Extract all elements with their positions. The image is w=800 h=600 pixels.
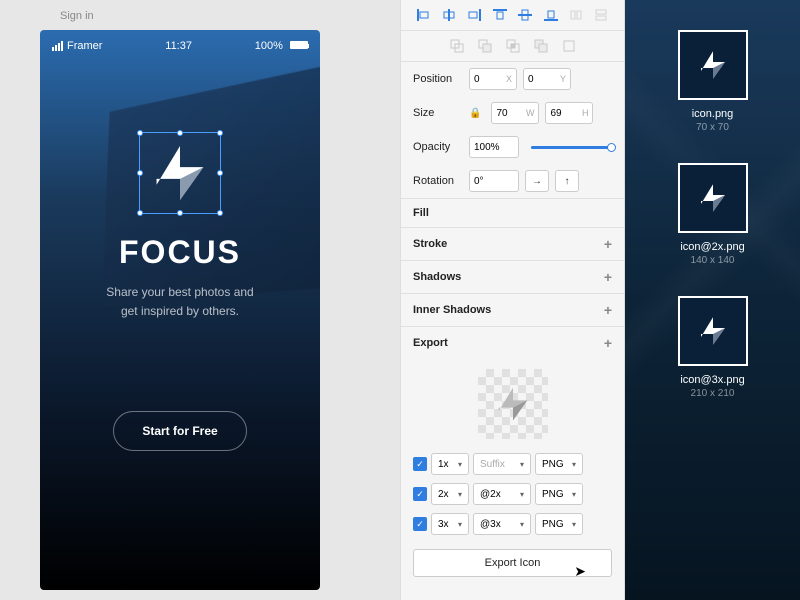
export-filename-2x: icon@2x.png [678, 241, 748, 253]
align-hcenter-icon[interactable] [441, 8, 457, 22]
export-item-2x: icon@2x.png 140 x 140 [678, 163, 748, 266]
add-shadow-icon[interactable]: + [604, 269, 612, 285]
add-stroke-icon[interactable]: + [604, 236, 612, 252]
selection-box[interactable] [139, 132, 221, 214]
export-item-1x: icon.png 70 x 70 [678, 30, 748, 133]
bool-union-icon[interactable] [449, 39, 465, 53]
sign-in-link[interactable]: Sign in [60, 10, 94, 22]
export-2x-checkbox[interactable]: ✓ [413, 487, 427, 501]
bool-subtract-icon[interactable] [477, 39, 493, 53]
carrier-label: Framer [67, 40, 102, 52]
export-icon-2x [678, 163, 748, 233]
inner-shadows-section[interactable]: Inner Shadows+ [401, 293, 624, 326]
app-title: FOCUS [40, 234, 320, 271]
bool-difference-icon[interactable] [533, 39, 549, 53]
opacity-label: Opacity [413, 141, 463, 153]
resize-handle-tl[interactable] [137, 130, 143, 136]
time-label: 11:37 [165, 40, 192, 52]
export-item-3x: icon@3x.png 210 x 210 [678, 296, 748, 399]
resize-handle-br[interactable] [217, 210, 223, 216]
phone-mockup: Framer 11:37 100% F [40, 30, 320, 590]
export-dims-3x: 210 x 210 [678, 388, 748, 399]
distribute-v-icon[interactable] [593, 8, 609, 22]
resize-handle-bm[interactable] [177, 210, 183, 216]
position-label: Position [413, 73, 463, 85]
flip-vertical-icon[interactable]: ↑ [555, 170, 579, 192]
export-icon-button[interactable]: Export Icon ➤ [413, 549, 612, 577]
cursor-icon: ➤ [574, 563, 586, 580]
align-vcenter-icon[interactable] [517, 8, 533, 22]
export-filename-1x: icon.png [678, 108, 748, 120]
opacity-input[interactable]: 100% [469, 136, 519, 158]
align-top-icon[interactable] [492, 8, 508, 22]
lock-icon[interactable]: 🔒 [469, 108, 481, 119]
distribute-h-icon[interactable] [568, 8, 584, 22]
align-right-icon[interactable] [466, 8, 482, 22]
export-1x-suffix[interactable]: Suffix▾ [473, 453, 531, 475]
width-input[interactable]: 70W [491, 102, 539, 124]
resize-handle-ml[interactable] [137, 170, 143, 176]
bool-intersect-icon[interactable] [505, 39, 521, 53]
resize-handle-mr[interactable] [217, 170, 223, 176]
opacity-slider[interactable] [531, 146, 612, 149]
inspector-panel: Position 0X 0Y Size 🔒 70W 69H Opacity 10… [400, 0, 625, 600]
height-input[interactable]: 69H [545, 102, 593, 124]
shadows-section[interactable]: Shadows+ [401, 260, 624, 293]
align-toolbar [401, 0, 624, 31]
preview-panel: icon.png 70 x 70 icon@2x.png 140 x 140 i… [625, 0, 800, 600]
signal-icon [52, 41, 63, 51]
export-icon-1x [678, 30, 748, 100]
flip-horizontal-icon[interactable]: → [525, 170, 549, 192]
preview-logo-icon [488, 379, 538, 429]
stroke-section[interactable]: Stroke+ [401, 227, 624, 260]
export-row-2x: ✓ 2x▾ @2x▾ PNG▾ [401, 479, 624, 509]
export-icon-3x [678, 296, 748, 366]
export-1x-format[interactable]: PNG▾ [535, 453, 583, 475]
rotation-input[interactable]: 0° [469, 170, 519, 192]
export-filename-3x: icon@3x.png [678, 374, 748, 386]
bool-flatten-icon[interactable] [561, 39, 577, 53]
export-dims-1x: 70 x 70 [678, 122, 748, 133]
align-left-icon[interactable] [416, 8, 432, 22]
resize-handle-tr[interactable] [217, 130, 223, 136]
position-x-input[interactable]: 0X [469, 68, 517, 90]
size-label: Size [413, 107, 463, 119]
export-1x-scale[interactable]: 1x▾ [431, 453, 469, 475]
selected-logo[interactable] [139, 132, 221, 214]
resize-handle-tm[interactable] [177, 130, 183, 136]
export-preview [478, 369, 548, 439]
battery-icon [290, 41, 308, 49]
battery-label: 100% [255, 40, 283, 52]
boolean-toolbar [401, 31, 624, 62]
align-bottom-icon[interactable] [543, 8, 559, 22]
export-row-1x: ✓ 1x▾ Suffix▾ PNG▾ [401, 449, 624, 479]
export-dims-2x: 140 x 140 [678, 255, 748, 266]
export-3x-format[interactable]: PNG▾ [535, 513, 583, 535]
export-3x-checkbox[interactable]: ✓ [413, 517, 427, 531]
resize-handle-bl[interactable] [137, 210, 143, 216]
export-section[interactable]: Export+ [401, 326, 624, 359]
export-2x-suffix[interactable]: @2x▾ [473, 483, 531, 505]
canvas-panel: Sign in Framer 11:37 100% [0, 0, 400, 600]
rotation-label: Rotation [413, 175, 463, 187]
start-for-free-button[interactable]: Start for Free [113, 411, 246, 451]
fill-section[interactable]: Fill [401, 198, 624, 227]
export-row-3x: ✓ 3x▾ @3x▾ PNG▾ [401, 509, 624, 539]
export-1x-checkbox[interactable]: ✓ [413, 457, 427, 471]
position-y-input[interactable]: 0Y [523, 68, 571, 90]
app-subtitle: Share your best photos and get inspired … [40, 283, 320, 321]
export-2x-format[interactable]: PNG▾ [535, 483, 583, 505]
export-3x-scale[interactable]: 3x▾ [431, 513, 469, 535]
export-2x-scale[interactable]: 2x▾ [431, 483, 469, 505]
status-bar: Framer 11:37 100% [40, 30, 320, 62]
add-inner-shadow-icon[interactable]: + [604, 302, 612, 318]
add-export-icon[interactable]: + [604, 335, 612, 351]
export-3x-suffix[interactable]: @3x▾ [473, 513, 531, 535]
